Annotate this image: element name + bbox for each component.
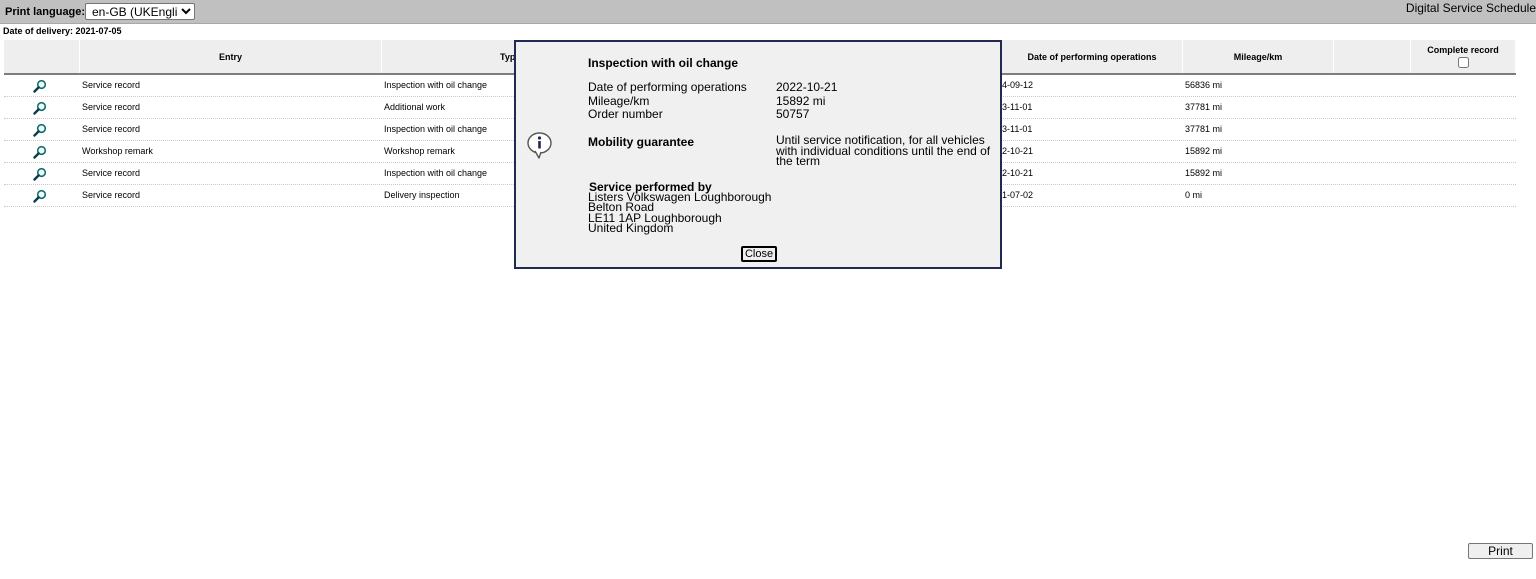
info-bubble-icon bbox=[527, 132, 552, 159]
dialog-title: Inspection with oil change bbox=[588, 56, 739, 70]
magnifier-icon[interactable] bbox=[33, 145, 47, 159]
cell-mileage: 15892 mi bbox=[1185, 168, 1223, 178]
record-detail-dialog: Inspection with oil change Date of perfo… bbox=[514, 40, 1002, 269]
cell-mileage: 37781 mi bbox=[1185, 102, 1223, 112]
cell-entry: Service record bbox=[82, 102, 141, 112]
cell-date: 2-10-21 bbox=[1002, 146, 1034, 156]
complete-record-checkbox[interactable] bbox=[1457, 57, 1469, 68]
print-button[interactable]: Print bbox=[1468, 543, 1533, 559]
cell-mileage: 15892 mi bbox=[1185, 146, 1223, 156]
cell-entry: Service record bbox=[82, 80, 141, 90]
cell-entry: Service record bbox=[82, 190, 141, 200]
magnifier-icon[interactable] bbox=[33, 189, 47, 203]
cell-date: 2-10-21 bbox=[1002, 168, 1034, 178]
dialog-mobility-value: Until service notification, for all vehi… bbox=[776, 133, 991, 168]
magnifier-icon[interactable] bbox=[33, 123, 47, 137]
header-view bbox=[4, 40, 80, 73]
print-language-label: Print language: bbox=[5, 6, 86, 18]
dialog-date-label: Date of performing operations bbox=[588, 80, 747, 94]
header-complete-record: Complete record bbox=[1411, 40, 1516, 73]
cell-date: 4-09-12 bbox=[1002, 80, 1034, 90]
magnifier-icon[interactable] bbox=[33, 101, 47, 115]
cell-date: 3-11-01 bbox=[1002, 102, 1033, 112]
magnifier-icon[interactable] bbox=[33, 79, 47, 93]
cell-entry: Service record bbox=[82, 124, 141, 134]
cell-date: 1-07-02 bbox=[1002, 190, 1034, 200]
dialog-mileage-value: 15892 mi bbox=[776, 94, 826, 108]
dialog-service-line: United Kingdom bbox=[588, 221, 674, 235]
date-of-delivery: Date of delivery: 2021-07-05 bbox=[3, 26, 122, 36]
dialog-date-value: 2022-10-21 bbox=[776, 80, 838, 94]
header-date: Date of performing operations bbox=[1002, 40, 1183, 73]
complete-record-label: Complete record bbox=[1427, 45, 1499, 55]
dialog-mobility-label: Mobility guarantee bbox=[588, 135, 695, 149]
cell-mileage: 37781 mi bbox=[1185, 124, 1223, 134]
magnifier-icon[interactable] bbox=[33, 167, 47, 181]
cell-entry: Service record bbox=[82, 168, 141, 178]
cell-date: 3-11-01 bbox=[1002, 124, 1033, 134]
cell-mileage: 0 mi bbox=[1185, 190, 1203, 200]
cell-mileage: 56836 mi bbox=[1185, 80, 1223, 90]
header-entry: Entry bbox=[80, 40, 382, 73]
dialog-order-label: Order number bbox=[588, 107, 663, 121]
dialog-mileage-label: Mileage/km bbox=[588, 94, 650, 108]
app-title: Digital Service Schedule bbox=[1405, 1, 1536, 15]
dialog-order-value: 50757 bbox=[776, 107, 810, 121]
cell-entry: Workshop remark bbox=[82, 146, 153, 156]
header-mileage: Mileage/km bbox=[1183, 40, 1334, 73]
header-blank bbox=[1334, 40, 1411, 73]
close-button[interactable]: Close bbox=[741, 246, 777, 262]
top-toolbar: Print language: en-GB (UKEnglish) Digita… bbox=[0, 0, 1536, 24]
print-language-select[interactable]: en-GB (UKEnglish) bbox=[85, 3, 195, 20]
